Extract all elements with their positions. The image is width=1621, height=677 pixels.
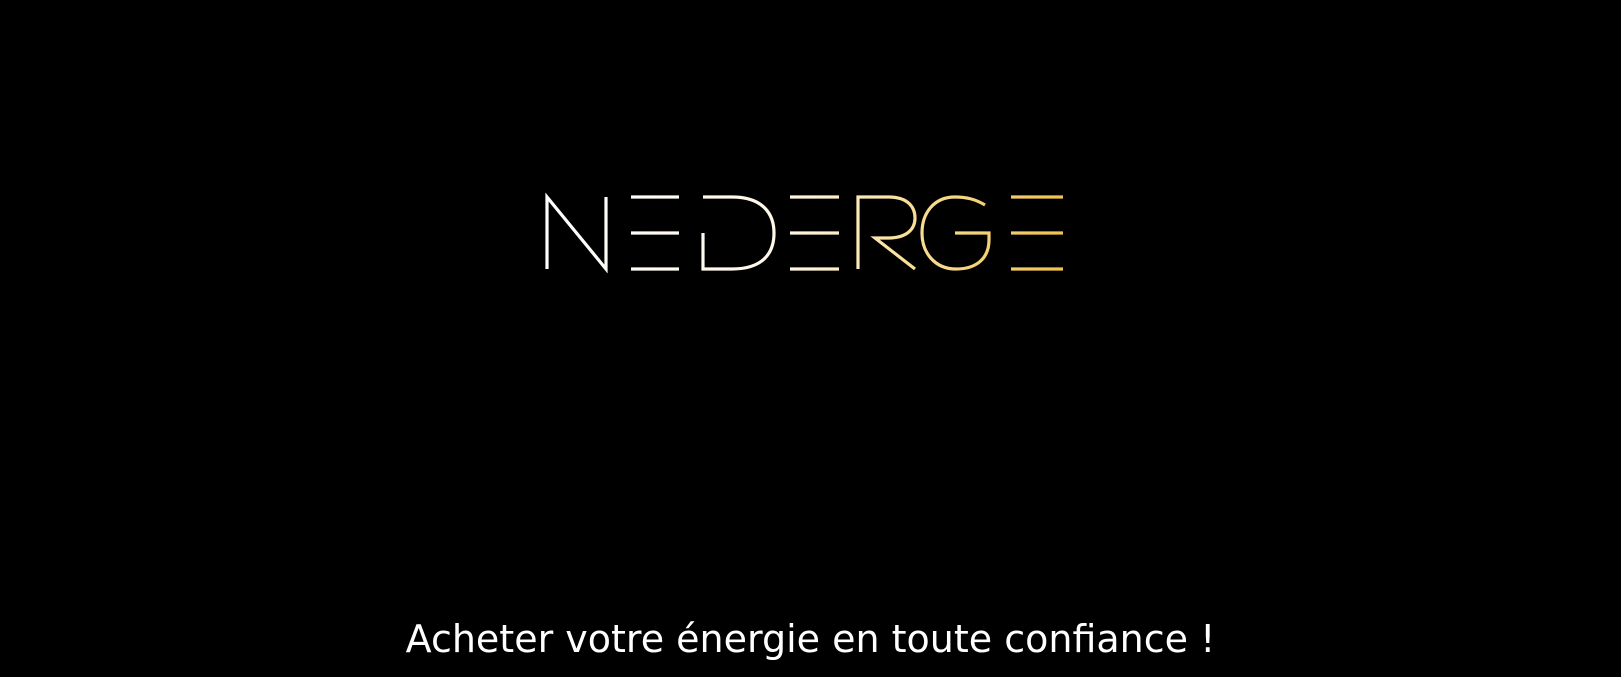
tagline-text: Acheter votre énergie en toute confiance…	[405, 617, 1216, 661]
logo-letter-n	[545, 192, 608, 274]
logo-letter-e-1	[631, 195, 679, 271]
logo-letter-r	[856, 195, 917, 271]
nederge-logo-mark	[545, 192, 1063, 274]
splash-screen: Acheter votre énergie en toute confiance…	[0, 0, 1621, 677]
nederge-logo	[545, 192, 1069, 274]
logo-letter-d	[701, 195, 776, 271]
logo-letter-e-2	[790, 195, 839, 271]
logo-letter-g	[920, 195, 991, 271]
logo-letter-e-3	[1011, 195, 1063, 271]
